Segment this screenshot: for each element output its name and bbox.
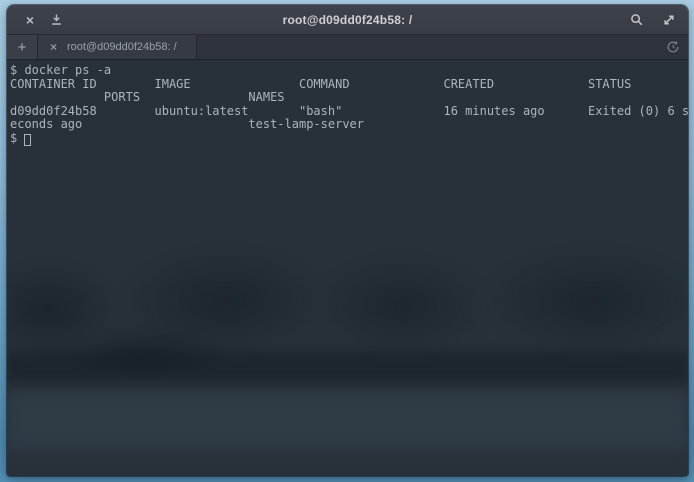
new-tab-button[interactable]: + [7,35,38,59]
terminal-line: PORTS NAMES [10,91,688,105]
terminal-line: $ [10,132,688,146]
close-window-icon[interactable]: × [19,9,41,31]
search-icon[interactable] [626,9,648,31]
terminal-line: CONTAINER ID IMAGE COMMAND CREATED STATU… [10,78,688,92]
tab-title: root@d09dd0f24b58: / [67,41,177,53]
terminal-line: econds ago test-lamp-server [10,118,688,132]
desktop-background: × root@d09dd0f24b58: / [0,0,694,482]
terminal-line: $ docker ps -a [10,64,688,78]
window-title: root@d09dd0f24b58: / [7,13,688,27]
tabbar-spacer [197,35,658,59]
terminal-output: $ docker ps -aCONTAINER ID IMAGE COMMAND… [10,64,688,145]
expand-icon[interactable] [658,9,680,31]
tab-close-icon[interactable]: × [50,41,57,53]
terminal-cursor [24,134,31,146]
terminal-window: × root@d09dd0f24b58: / [7,5,688,476]
tab-bar: + × root@d09dd0f24b58: / [7,35,688,60]
terminal-line: d09dd0f24b58 ubuntu:latest "bash" 16 min… [10,105,688,119]
history-icon[interactable] [658,35,688,59]
terminal-viewport[interactable]: $ docker ps -aCONTAINER ID IMAGE COMMAND… [7,60,688,476]
download-icon[interactable] [45,9,67,31]
tab-active[interactable]: × root@d09dd0f24b58: / [38,35,197,59]
titlebar: × root@d09dd0f24b58: / [7,5,688,35]
